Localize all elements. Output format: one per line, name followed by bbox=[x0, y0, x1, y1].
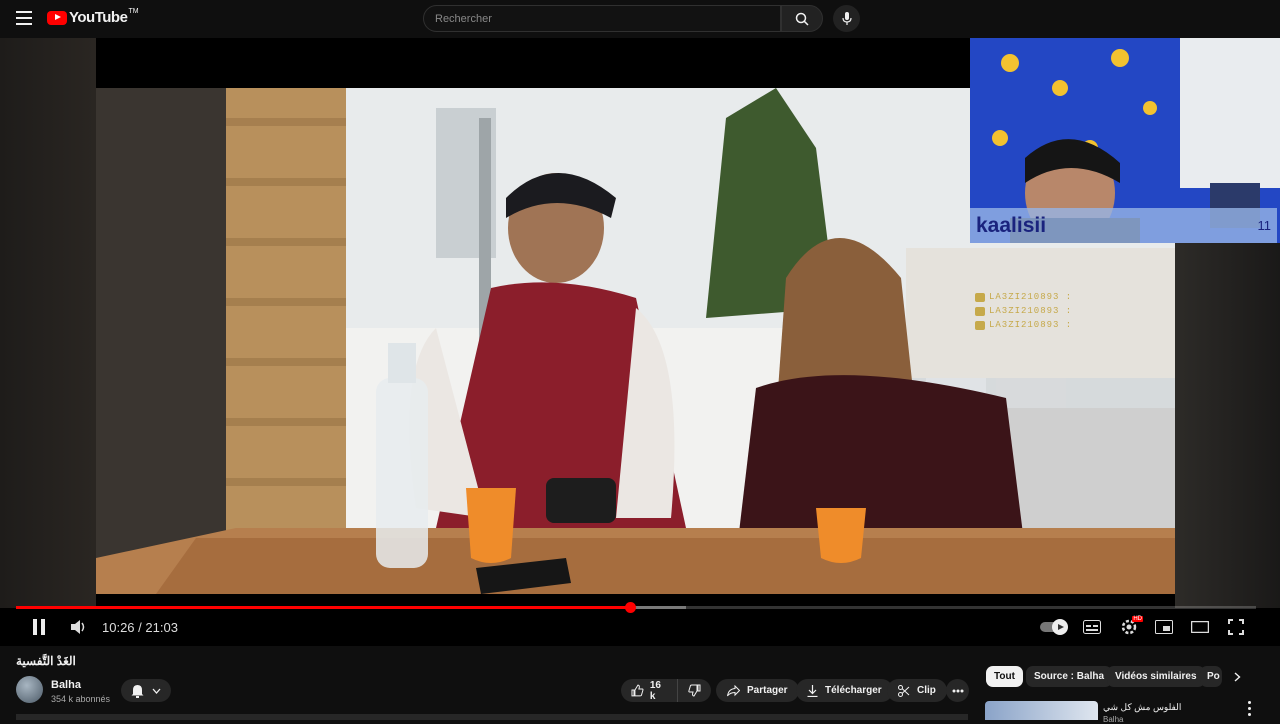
download-icon bbox=[807, 684, 818, 697]
youtube-play-icon bbox=[47, 10, 67, 25]
progress-bar[interactable] bbox=[16, 602, 1256, 613]
subtitles-button[interactable] bbox=[1082, 617, 1102, 637]
search-icon bbox=[795, 12, 809, 26]
like-button[interactable]: 16 k bbox=[621, 679, 678, 702]
duration: 21:03 bbox=[145, 620, 178, 635]
search-box bbox=[423, 5, 781, 32]
chat-line-text: LA3ZI210893 : bbox=[989, 306, 1073, 316]
subtitles-icon bbox=[1083, 620, 1101, 634]
settings-button[interactable]: HD bbox=[1117, 616, 1143, 638]
logo-text: YouTube bbox=[69, 9, 128, 26]
channel-avatar[interactable] bbox=[16, 676, 43, 703]
crown-icon bbox=[975, 292, 985, 302]
recommendation-menu-button[interactable] bbox=[1244, 701, 1254, 716]
autoplay-icon bbox=[1040, 619, 1068, 635]
miniplayer-icon bbox=[1155, 620, 1173, 634]
miniplayer-button[interactable] bbox=[1154, 617, 1174, 637]
chat-line: LA3ZI210893 : bbox=[975, 318, 1280, 332]
pause-icon bbox=[33, 619, 45, 635]
thumbs-up-icon bbox=[631, 684, 644, 697]
thumbs-down-icon bbox=[688, 684, 701, 697]
volume-icon bbox=[71, 620, 85, 634]
microphone-icon bbox=[841, 11, 852, 25]
chat-line-text: LA3ZI210893 : bbox=[989, 320, 1073, 330]
more-actions-button[interactable] bbox=[946, 679, 969, 702]
chip-more[interactable]: Po bbox=[1200, 666, 1222, 687]
progress-played bbox=[16, 606, 630, 609]
like-dislike-group: 16 k bbox=[621, 679, 711, 702]
video-title: الغَدْ التَّفسية bbox=[16, 654, 76, 668]
masthead: YouTube TM bbox=[0, 0, 1280, 38]
stream-chat: LA3ZI210893 : LA3ZI210893 : LA3ZI210893 … bbox=[975, 290, 1280, 332]
progress-loaded bbox=[629, 606, 686, 609]
volume-button[interactable] bbox=[68, 616, 90, 638]
download-label: Télécharger bbox=[825, 685, 882, 696]
notification-bell-button[interactable] bbox=[121, 679, 171, 702]
time-separator: / bbox=[134, 620, 146, 635]
menu-icon[interactable] bbox=[16, 11, 32, 25]
scissors-icon bbox=[898, 684, 910, 697]
theater-icon bbox=[1191, 621, 1209, 633]
player-controls: 10:26 / 21:03 HD bbox=[0, 611, 1280, 646]
chip-similar[interactable]: Vidéos similaires bbox=[1107, 666, 1205, 687]
autoplay-toggle[interactable] bbox=[1040, 617, 1070, 637]
search-input[interactable] bbox=[424, 6, 780, 31]
theater-mode-button[interactable] bbox=[1190, 617, 1210, 637]
voice-search-button[interactable] bbox=[833, 5, 860, 32]
viewer-count: 11 bbox=[1257, 218, 1272, 233]
current-time: 10:26 bbox=[102, 620, 135, 635]
ambient-blur-left bbox=[0, 38, 96, 608]
recommendation-title[interactable]: الفلوس مش كل شي bbox=[1103, 702, 1181, 713]
recommendation-thumbnail[interactable] bbox=[985, 701, 1098, 720]
chat-line-text: LA3ZI210893 : bbox=[989, 292, 1073, 302]
share-icon bbox=[727, 684, 740, 696]
watch-metadata: الغَدْ التَّفسية Balha 354 k abonnés 16 … bbox=[0, 646, 1280, 724]
more-horizontal-icon bbox=[952, 689, 963, 692]
video-player[interactable]: kaalisii 11 LA3ZI210893 : LA3ZI210893 : … bbox=[0, 38, 1280, 646]
like-count: 16 k bbox=[649, 679, 661, 702]
chevron-down-icon bbox=[152, 688, 161, 694]
channel-name[interactable]: Balha bbox=[51, 679, 81, 691]
bell-icon bbox=[131, 684, 144, 698]
subscriber-count: 354 k abonnés bbox=[51, 694, 111, 704]
dislike-button[interactable] bbox=[678, 679, 711, 702]
pause-button[interactable] bbox=[28, 616, 50, 638]
clip-label: Clip bbox=[917, 685, 936, 696]
chip-all[interactable]: Tout bbox=[986, 666, 1023, 687]
time-display: 10:26 / 21:03 bbox=[102, 620, 178, 635]
chat-line: LA3ZI210893 : bbox=[975, 290, 1280, 304]
share-button[interactable]: Partager bbox=[716, 679, 799, 702]
description-box[interactable] bbox=[16, 714, 968, 720]
share-label: Partager bbox=[747, 685, 788, 696]
search-button[interactable] bbox=[781, 5, 823, 32]
chips-next-button[interactable] bbox=[1230, 667, 1244, 687]
clip-button[interactable]: Clip bbox=[887, 679, 947, 702]
crown-icon bbox=[975, 320, 985, 330]
chat-line: LA3ZI210893 : bbox=[975, 304, 1280, 318]
fullscreen-icon bbox=[1228, 619, 1244, 635]
chevron-right-icon bbox=[1234, 672, 1241, 682]
streamer-name-band: kaalisii 11 bbox=[970, 208, 1277, 243]
hd-badge: HD bbox=[1132, 616, 1143, 622]
chip-source[interactable]: Source : Balha bbox=[1026, 666, 1113, 687]
logo-tm: TM bbox=[128, 8, 139, 15]
fullscreen-button[interactable] bbox=[1226, 617, 1246, 637]
download-button[interactable]: Télécharger bbox=[796, 679, 893, 702]
youtube-logo[interactable]: YouTube TM bbox=[47, 8, 139, 26]
streamer-name: kaalisii bbox=[976, 213, 1047, 237]
crown-icon bbox=[975, 306, 985, 316]
